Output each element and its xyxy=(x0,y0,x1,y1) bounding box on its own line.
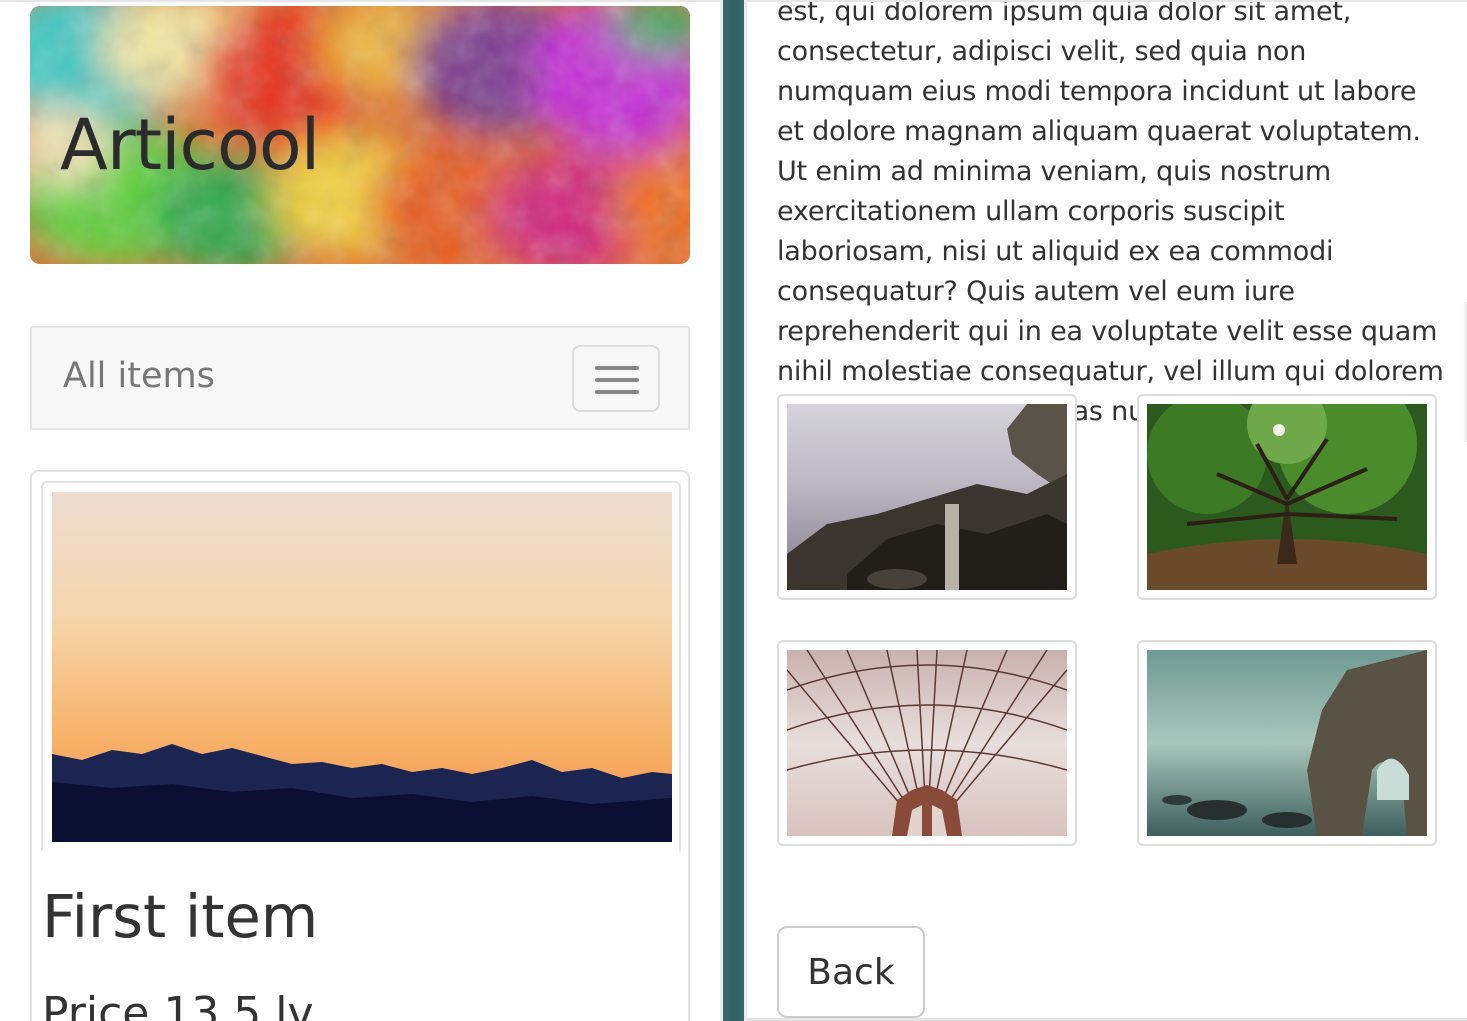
gallery-image-1[interactable] xyxy=(777,394,1077,600)
bridge-cables-image xyxy=(787,650,1067,836)
old-tree-image xyxy=(1147,404,1427,590)
item-price: Price 13.5 lv xyxy=(42,988,314,1021)
navbar: All items xyxy=(30,326,690,430)
item-card[interactable]: First item Price 13.5 lv xyxy=(30,470,690,1021)
menu-bar xyxy=(595,366,639,370)
rocky-coast-image xyxy=(787,404,1067,590)
menu-bar xyxy=(595,378,639,382)
split-screen: Articool All items First item Price 13.5… xyxy=(0,0,1467,1021)
sunset-mountains-image xyxy=(52,492,672,842)
menu-bar xyxy=(595,390,639,394)
item-thumbnail[interactable] xyxy=(41,481,681,851)
hamburger-menu-icon[interactable] xyxy=(572,345,660,412)
navbar-title[interactable]: All items xyxy=(63,356,215,396)
brand-banner: Articool xyxy=(30,6,690,264)
right-screen: est, qui dolorem ipsum quia dolor sit am… xyxy=(747,0,1467,1021)
gallery-image-2[interactable] xyxy=(1137,394,1437,600)
gallery-image-3[interactable] xyxy=(777,640,1077,846)
item-description: est, qui dolorem ipsum quia dolor sit am… xyxy=(777,0,1444,427)
left-screen: Articool All items First item Price 13.5… xyxy=(0,0,720,1021)
sea-arch-image xyxy=(1147,650,1427,836)
gallery-image-4[interactable] xyxy=(1137,640,1437,846)
brand-logo[interactable]: Articool xyxy=(60,104,320,186)
back-button[interactable]: Back xyxy=(777,926,925,1018)
scroll-edge-shadow xyxy=(1463,302,1467,442)
item-title[interactable]: First item xyxy=(42,882,318,951)
screen-divider xyxy=(720,0,747,1021)
